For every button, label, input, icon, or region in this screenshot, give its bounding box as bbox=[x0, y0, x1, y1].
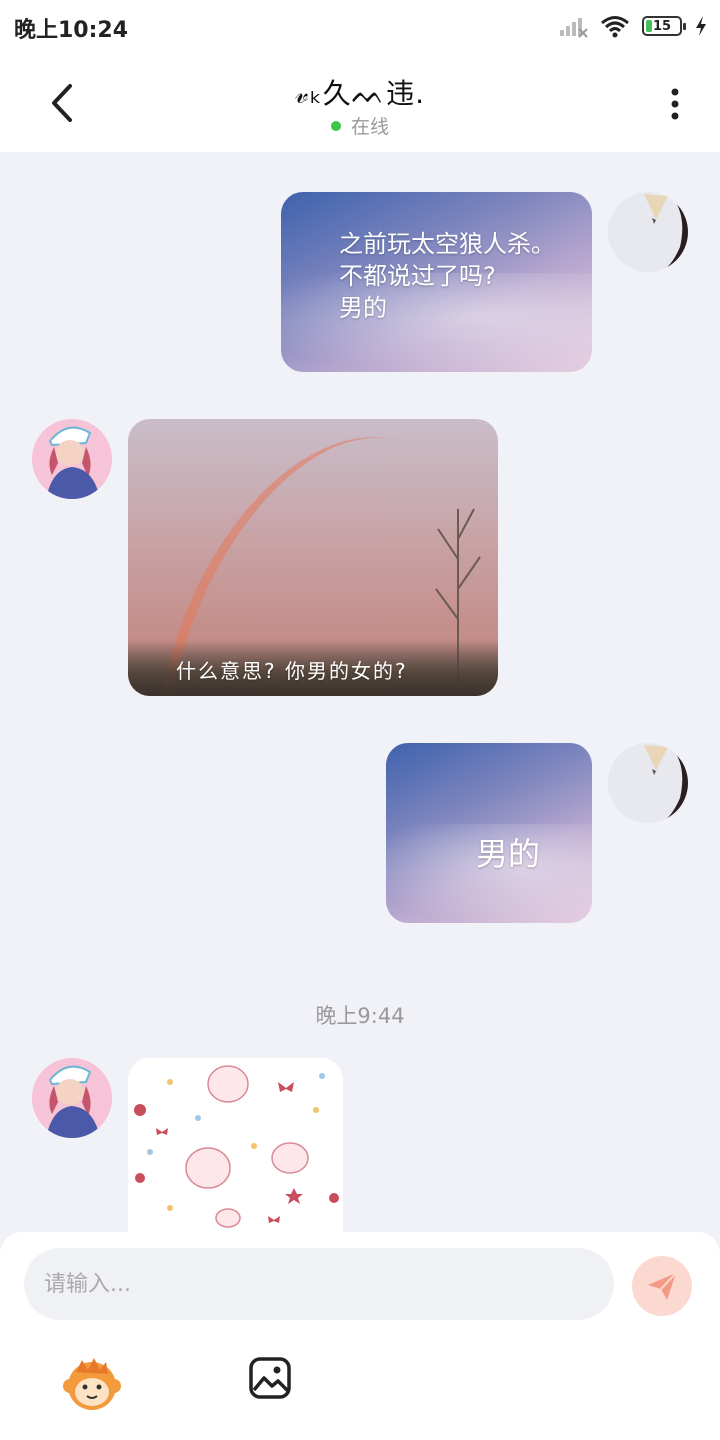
send-button[interactable] bbox=[632, 1256, 692, 1316]
chat-header: 𝓋ₖ久ᨓ违. 在线 bbox=[0, 56, 720, 152]
charging-icon bbox=[696, 16, 706, 36]
message-bubble-other[interactable]: 什么意思? 你男的女的? bbox=[128, 419, 498, 696]
status-time: 晚上10:24 bbox=[14, 18, 129, 43]
sticker-message[interactable] bbox=[128, 1058, 343, 1232]
battery-level: 15 bbox=[652, 18, 672, 34]
contact-avatar[interactable] bbox=[32, 1058, 112, 1138]
status-bar: 晚上10:24 15 bbox=[0, 0, 720, 56]
sticker-image bbox=[128, 1058, 343, 1232]
battery-icon: 15 bbox=[642, 16, 686, 36]
status-icons: 15 bbox=[558, 14, 708, 38]
online-status-label: 在线 bbox=[350, 116, 389, 138]
send-plane-icon bbox=[648, 1272, 677, 1300]
monkey-emoji-icon[interactable] bbox=[62, 1354, 122, 1414]
contact-avatar-image bbox=[32, 419, 112, 499]
self-avatar-image bbox=[608, 743, 688, 823]
contact-avatar[interactable] bbox=[32, 419, 112, 499]
message-text: 男的 bbox=[476, 835, 541, 873]
online-status: 在线 bbox=[0, 112, 720, 139]
contact-name: 𝓋ₖ久ᨓ违. bbox=[294, 77, 426, 110]
self-avatar-image bbox=[608, 192, 688, 272]
message-input[interactable] bbox=[24, 1248, 614, 1320]
message-bubble-self[interactable]: 之前玩太空狼人杀。 不都说过了吗? 男的 bbox=[281, 192, 592, 372]
self-avatar[interactable] bbox=[608, 192, 688, 272]
message-bubble-self[interactable]: 男的 bbox=[386, 743, 592, 923]
message-timestamp: 晚上9:44 bbox=[315, 1004, 405, 1028]
signal-icon bbox=[560, 18, 588, 38]
image-gallery-icon[interactable] bbox=[248, 1356, 292, 1400]
contact-avatar-image bbox=[32, 1058, 112, 1138]
input-panel bbox=[0, 1232, 720, 1440]
message-text: 之前玩太空狼人杀。 不都说过了吗? 男的 bbox=[339, 230, 555, 322]
message-text: 什么意思? 你男的女的? bbox=[176, 659, 408, 683]
wifi-icon bbox=[601, 16, 629, 38]
more-vertical-icon[interactable] bbox=[660, 84, 690, 124]
self-avatar[interactable] bbox=[608, 743, 688, 823]
online-dot bbox=[330, 121, 341, 131]
